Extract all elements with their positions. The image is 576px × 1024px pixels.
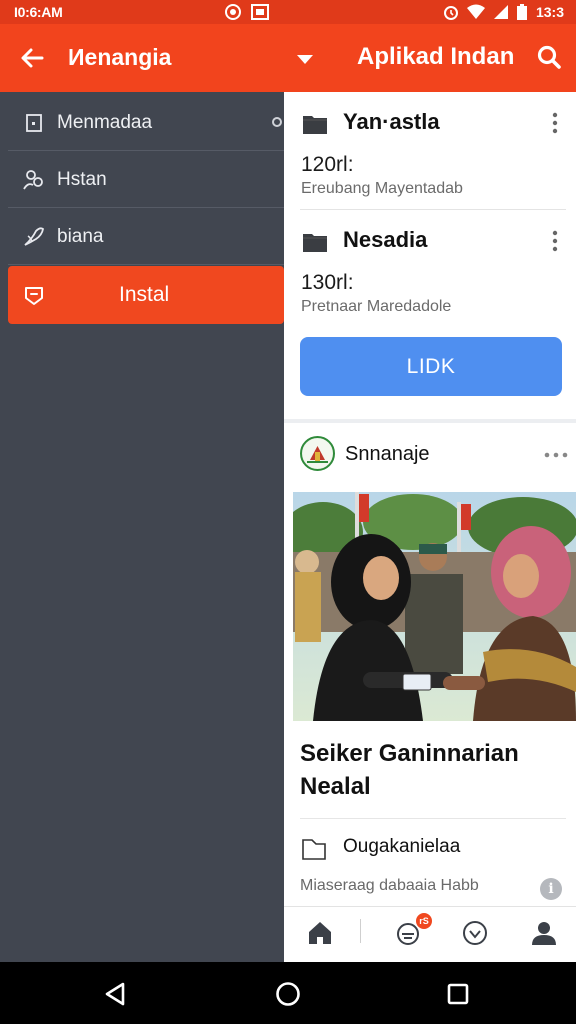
signal-icon [493, 5, 508, 19]
document-name: Nesadia [343, 227, 428, 252]
photo-illustration [293, 492, 576, 721]
nav-divider [360, 919, 361, 943]
document-item[interactable]: Yan·astla 120rl: Ereubang Mayentadab [284, 92, 576, 208]
app-title: Aplikad Indan [357, 43, 515, 70]
system-navigation-bar [0, 962, 576, 1024]
back-triangle-icon[interactable] [102, 980, 130, 1008]
people-icon [23, 170, 43, 190]
favorites-icon[interactable] [461, 919, 489, 947]
drawer-item-label: Hstan [57, 169, 107, 190]
more-vert-icon[interactable] [552, 112, 558, 134]
profile-icon[interactable] [530, 919, 558, 947]
status-notification-icons [224, 3, 270, 21]
status-bar: I0:6:AM 13:3 [0, 0, 576, 24]
search-icon[interactable] [536, 44, 562, 70]
status-time: I0:6:AM [14, 4, 63, 20]
battery-icon [516, 4, 527, 20]
document-name: Yan·astla [343, 109, 440, 134]
attachment-label: Ougakanielaa [343, 836, 461, 857]
record-icon [225, 4, 241, 20]
app-bar: Иenangia Aplikad Indan [0, 24, 576, 92]
document-subtitle: Pretnaar Maredadole [301, 298, 452, 315]
file-icon [302, 839, 326, 860]
home-circle-icon[interactable] [274, 980, 302, 1008]
notification-badge: rS [416, 913, 432, 929]
section-divider [284, 419, 576, 423]
primary-action-button[interactable]: LIDK [300, 337, 562, 396]
document-size: 130rl: [301, 271, 354, 294]
post-headline[interactable]: Seiker Ganinnarian Nealal [300, 737, 570, 803]
post-header: Snnanaje [284, 432, 576, 488]
main-content: Yan·astla 120rl: Ereubang Mayentadab Nes… [284, 92, 576, 962]
bottom-navigation: rS [284, 906, 576, 962]
document-size: 120rl: [301, 153, 354, 176]
wifi-icon [466, 4, 485, 19]
status-clock: 13:3 [535, 4, 564, 20]
home-icon[interactable] [306, 919, 334, 947]
divider [300, 818, 566, 819]
drawer-item-biana[interactable]: biana [8, 209, 284, 265]
emblem-icon [302, 438, 333, 469]
drawer-title: Иenangia [68, 44, 172, 70]
document-item[interactable]: Nesadia 130rl: Pretnaar Maredadole [284, 210, 576, 326]
leaf-icon [24, 227, 44, 246]
radio-indicator-icon [272, 117, 282, 127]
back-arrow-icon[interactable] [18, 44, 46, 72]
more-vert-icon[interactable] [552, 230, 558, 252]
navigation-drawer: Menmadaa Hstan biana Instal [0, 92, 284, 962]
status-system-icons: 13:3 [442, 3, 564, 21]
recents-square-icon[interactable] [444, 980, 472, 1008]
chat-icon [25, 287, 43, 305]
avatar[interactable] [300, 436, 335, 471]
drawer-item-label: biana [57, 226, 104, 247]
alarm-icon [443, 6, 458, 20]
drawer-item-label: Menmadaa [57, 112, 153, 133]
info-icon[interactable]: i [540, 878, 562, 900]
post-caption: Miaseraag dabaaia Habb [300, 877, 479, 894]
drawer-item-instal[interactable]: Instal [8, 266, 284, 324]
post-photo[interactable] [293, 492, 576, 721]
attachment-row[interactable]: Ougakanielaa [284, 830, 576, 870]
document-icon [26, 114, 42, 132]
folder-icon [303, 116, 327, 134]
post-author[interactable]: Snnanaje [345, 443, 430, 466]
more-horiz-icon[interactable] [544, 452, 568, 458]
document-subtitle: Ereubang Mayentadab [301, 180, 463, 197]
drawer-item-menmadaa[interactable]: Menmadaa [8, 95, 284, 151]
folder-icon [303, 234, 327, 252]
chevron-down-icon[interactable] [294, 48, 316, 70]
drawer-item-label: Instal [119, 283, 170, 306]
screen-icon [251, 4, 269, 20]
drawer-item-hstan[interactable]: Hstan [8, 152, 284, 208]
